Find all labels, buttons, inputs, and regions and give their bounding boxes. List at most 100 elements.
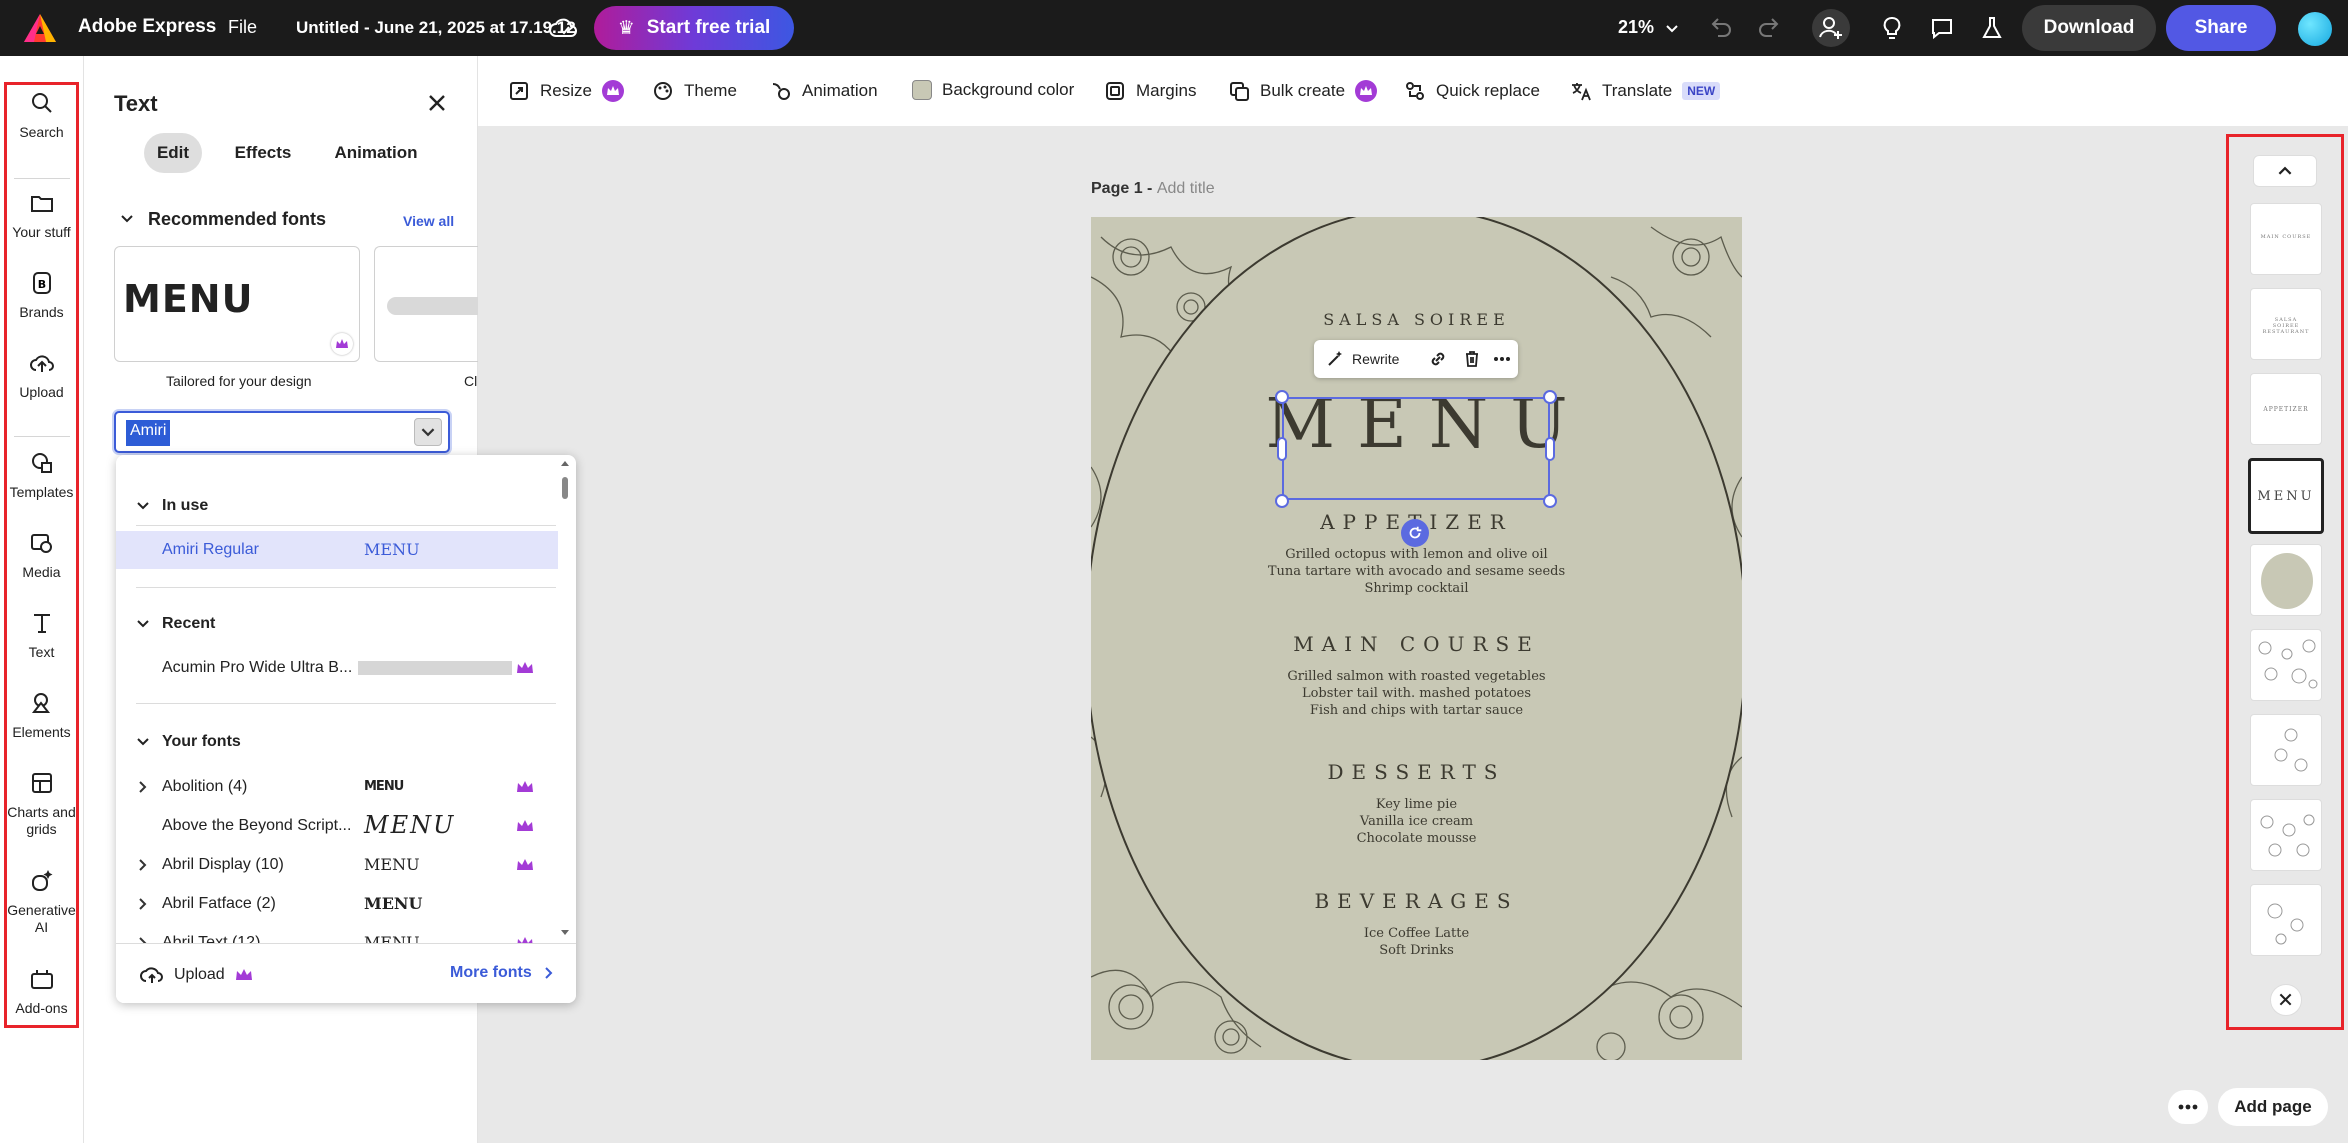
page-thumbnail[interactable] <box>2250 799 2322 871</box>
section-title-beverages[interactable]: BEVERAGES <box>1091 889 1742 913</box>
resize-handle-top-right[interactable] <box>1543 390 1557 404</box>
recommended-font-card[interactable]: MENU <box>114 246 360 362</box>
menu-item[interactable]: Soft Drinks <box>1091 943 1742 958</box>
tab-effects[interactable]: Effects <box>221 133 305 173</box>
menu-item[interactable]: Grilled salmon with roasted vegetables <box>1091 669 1742 684</box>
background-color-button[interactable]: Background color <box>912 80 1074 100</box>
rail-add-ons[interactable]: Add-ons <box>4 966 79 1017</box>
document-title[interactable]: Untitled - June 21, 2025 at 17.19.12 <box>296 18 576 38</box>
resize-handle-bottom-left[interactable] <box>1275 494 1289 508</box>
resize-handle-left[interactable] <box>1277 437 1287 461</box>
share-button[interactable]: Share <box>2166 5 2276 51</box>
upload-font-button[interactable]: Upload <box>140 964 253 986</box>
page-thumbnail[interactable]: SALSA SOIREE RESTAURANT <box>2250 288 2322 360</box>
more-options-icon[interactable] <box>1492 349 1512 369</box>
font-option-abril-display[interactable]: Abril Display (10) MENU <box>116 846 558 884</box>
scroll-down-icon[interactable] <box>558 927 572 939</box>
more-fonts-link[interactable]: More fonts <box>450 964 554 982</box>
font-select-toggle[interactable] <box>414 418 442 446</box>
font-family-select[interactable]: Amiri <box>114 411 450 453</box>
recommended-font-card-2[interactable] <box>374 246 478 362</box>
close-icon[interactable] <box>426 92 448 114</box>
undo-icon[interactable] <box>1706 14 1734 42</box>
rewrite-button[interactable]: Rewrite <box>1326 350 1399 368</box>
lightbulb-icon[interactable] <box>1878 14 1906 42</box>
page-thumbnail[interactable] <box>2250 714 2322 786</box>
font-select-value[interactable]: Amiri <box>126 420 170 446</box>
close-pages-strip-button[interactable] <box>2270 984 2302 1016</box>
page-thumbnail-active[interactable]: MENU <box>2248 458 2324 534</box>
section-title-desserts[interactable]: DESSERTS <box>1091 760 1742 784</box>
chevron-right-icon[interactable] <box>138 858 148 872</box>
download-button[interactable]: Download <box>2022 5 2156 51</box>
section-title-main-course[interactable]: MAIN COURSE <box>1091 632 1742 656</box>
in-use-header[interactable]: In use <box>136 497 208 515</box>
adobe-express-logo[interactable] <box>22 12 58 44</box>
rail-text[interactable]: Text <box>4 610 79 661</box>
page-thumbnail[interactable]: APPETIZER <box>2250 373 2322 445</box>
font-option-abolition[interactable]: Abolition (4) MENU <box>116 768 558 806</box>
page-thumbnail[interactable] <box>2250 544 2322 616</box>
quick-replace-button[interactable]: Quick replace <box>1404 80 1540 102</box>
page-thumbnail[interactable]: MAIN COURSE <box>2250 203 2322 275</box>
chevron-right-icon[interactable] <box>138 897 148 911</box>
rail-media[interactable]: Media <box>4 530 79 581</box>
menu-item[interactable]: Vanilla ice cream <box>1091 814 1742 829</box>
menu-item[interactable]: Key lime pie <box>1091 797 1742 812</box>
rail-your-stuff[interactable]: Your stuff <box>4 190 79 241</box>
tab-animation[interactable]: Animation <box>312 133 440 173</box>
resize-handle-bottom-right[interactable] <box>1543 494 1557 508</box>
cloud-sync-icon[interactable] <box>548 14 578 42</box>
scrollbar-thumb[interactable] <box>562 477 568 499</box>
chevron-down-icon[interactable] <box>1664 16 1680 40</box>
menu-item[interactable]: Chocolate mousse <box>1091 831 1742 846</box>
rail-upload[interactable]: Upload <box>4 350 79 401</box>
zoom-level[interactable]: 21% <box>1618 17 1654 38</box>
menu-item[interactable]: Fish and chips with tartar sauce <box>1091 703 1742 718</box>
margins-button[interactable]: Margins <box>1104 80 1196 102</box>
restaurant-name[interactable]: SALSA SOIREE <box>1091 310 1742 329</box>
tab-edit[interactable]: Edit <box>144 133 202 173</box>
menu-item[interactable]: Ice Coffee Latte <box>1091 926 1742 941</box>
font-option-abril-text[interactable]: Abril Text (12) MENU <box>116 924 558 943</box>
bulk-create-button[interactable]: Bulk create <box>1228 80 1377 102</box>
rail-charts-and-grids[interactable]: Charts and grids <box>4 770 79 838</box>
font-option-above-the-beyond[interactable]: Above the Beyond Script... MENU <box>116 807 558 845</box>
font-option-abril-fatface[interactable]: Abril Fatface (2) MENU <box>116 885 558 923</box>
view-all-link[interactable]: View all <box>403 213 454 229</box>
rail-brands[interactable]: B Brands <box>4 270 79 321</box>
add-title-link[interactable]: Add title <box>1157 180 1215 197</box>
scrollbar[interactable] <box>558 455 572 943</box>
scroll-up-icon[interactable] <box>558 457 572 469</box>
chevron-right-icon[interactable] <box>138 780 148 794</box>
rail-generative-ai[interactable]: Generative AI <box>4 868 79 936</box>
avatar[interactable] <box>2298 12 2332 46</box>
invite-button[interactable] <box>1812 9 1850 47</box>
menu-item[interactable]: Grilled octopus with lemon and olive oil <box>1091 547 1742 562</box>
rail-templates[interactable]: Templates <box>4 450 79 501</box>
add-page-button[interactable]: Add page <box>2218 1088 2328 1126</box>
rail-search[interactable]: Search <box>4 90 79 141</box>
font-option-amiri[interactable]: Amiri Regular MENU <box>116 531 558 569</box>
menu-item[interactable]: Tuna tartare with avocado and sesame see… <box>1091 564 1742 579</box>
comment-icon[interactable] <box>1928 14 1956 42</box>
rail-elements[interactable]: Elements <box>4 690 79 741</box>
recent-header[interactable]: Recent <box>136 615 215 633</box>
rotate-handle[interactable] <box>1401 519 1429 547</box>
beaker-icon[interactable] <box>1978 14 2006 42</box>
resize-handle-top-left[interactable] <box>1275 390 1289 404</box>
resize-handle-right[interactable] <box>1545 437 1555 461</box>
animation-button[interactable]: Animation <box>770 80 878 102</box>
page-thumbnail[interactable] <box>2250 884 2322 956</box>
more-options-button[interactable] <box>2168 1090 2208 1124</box>
resize-button[interactable]: Resize <box>508 80 624 102</box>
chevron-right-icon[interactable] <box>138 936 148 943</box>
translate-button[interactable]: Translate NEW <box>1570 80 1720 102</box>
start-free-trial-button[interactable]: ♛ Start free trial <box>594 6 794 50</box>
selection-box[interactable] <box>1282 397 1550 500</box>
link-icon[interactable] <box>1428 349 1448 369</box>
trash-icon[interactable] <box>1462 349 1482 369</box>
your-fonts-header[interactable]: Your fonts <box>136 733 241 751</box>
page-thumbnail[interactable] <box>2250 629 2322 701</box>
menu-item[interactable]: Shrimp cocktail <box>1091 581 1742 596</box>
